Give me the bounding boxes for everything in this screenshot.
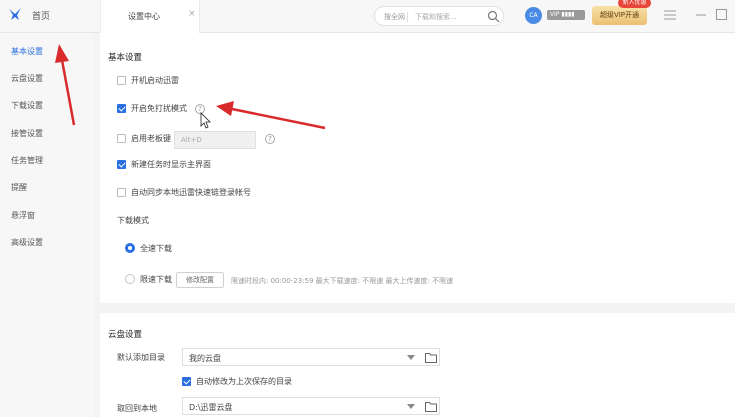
sidebar-item-download[interactable]: 下载设置 bbox=[11, 100, 43, 111]
autostart-checkbox[interactable] bbox=[117, 76, 126, 85]
limited-speed-radio[interactable] bbox=[125, 274, 135, 284]
boss-key-checkbox[interactable] bbox=[117, 134, 126, 143]
tab-label: 设置中心 bbox=[128, 12, 160, 21]
title-bar: 首页 设置中心 × 搜全网 下载和搜索... CA VIP ▮▮▮▮ 超级VIP… bbox=[0, 0, 735, 33]
boss-key-hotkey-field[interactable]: Alt+D bbox=[174, 131, 256, 149]
auto-change-dir-checkbox[interactable] bbox=[182, 377, 191, 386]
autostart-label: 开机启动迅雷 bbox=[131, 76, 179, 85]
auto-change-dir-label: 自动修改为上次保存的目录 bbox=[196, 377, 292, 386]
logo-icon[interactable] bbox=[8, 7, 22, 21]
full-speed-label[interactable]: 全速下载 bbox=[140, 243, 172, 254]
menu-icon[interactable] bbox=[664, 9, 676, 21]
sidebar-item-reminder[interactable]: 提醒 bbox=[11, 182, 27, 193]
cloud-settings-panel: 云盘设置 默认添加目录 我的云盘 自动修改为上次保存的目录 取回到本地 D:\迅… bbox=[100, 313, 735, 417]
basic-settings-panel: 基本设置 开机启动迅雷 开启免打扰模式 ? 启用老板键 Alt+D ? 新建任务… bbox=[100, 33, 735, 303]
full-speed-radio[interactable] bbox=[125, 243, 135, 253]
vip-level-badge[interactable]: VIP ▮▮▮▮ bbox=[547, 10, 585, 20]
download-mode-title: 下载模式 bbox=[117, 216, 149, 225]
save-local-value: D:\迅雷云盘 bbox=[189, 403, 233, 412]
tab-settings-center[interactable]: 设置中心 × bbox=[100, 0, 200, 33]
search-divider bbox=[407, 12, 408, 22]
promo-tag: 新人优惠 bbox=[618, 0, 651, 8]
minimize-icon[interactable] bbox=[696, 9, 706, 21]
search-scope[interactable]: 搜全网 bbox=[384, 12, 405, 22]
sidebar-item-advanced[interactable]: 高级设置 bbox=[11, 237, 43, 248]
do-not-disturb-label: 开启免打扰模式 bbox=[131, 104, 187, 113]
folder-icon[interactable] bbox=[425, 352, 437, 363]
default-dir-value: 我的云盘 bbox=[189, 354, 221, 363]
show-main-window-label: 新建任务时显示主界面 bbox=[131, 160, 211, 169]
vip-open-button[interactable]: 超级VIP开通 bbox=[592, 6, 647, 25]
speed-limit-note: 限速时段内: 00:00-23:59 最大下载速度: 不限速 最大上传速度: 不… bbox=[231, 277, 454, 285]
chevron-down-icon[interactable] bbox=[407, 404, 415, 409]
search-input[interactable]: 下载和搜索... bbox=[415, 12, 457, 22]
sync-account-checkbox[interactable] bbox=[117, 188, 126, 197]
settings-sidebar: 基本设置 云盘设置 下载设置 接管设置 任务管理 提醒 悬浮窗 高级设置 bbox=[0, 33, 93, 417]
help-icon[interactable]: ? bbox=[265, 134, 275, 144]
basic-settings-title: 基本设置 bbox=[108, 53, 143, 63]
home-tab-label[interactable]: 首页 bbox=[32, 9, 50, 22]
search-icon[interactable] bbox=[487, 10, 500, 23]
maximize-icon[interactable] bbox=[716, 9, 727, 20]
sidebar-item-takeover[interactable]: 接管设置 bbox=[11, 128, 43, 139]
default-dir-label: 默认添加目录 bbox=[117, 353, 165, 362]
search-box[interactable]: 搜全网 下载和搜索... bbox=[374, 6, 504, 26]
sync-account-label: 自动同步本地迅雷快速链登录帐号 bbox=[131, 188, 251, 197]
tab-close-button[interactable]: × bbox=[188, 9, 196, 19]
cloud-settings-title: 云盘设置 bbox=[108, 330, 143, 340]
do-not-disturb-checkbox[interactable] bbox=[117, 104, 126, 113]
boss-key-label: 启用老板键 bbox=[131, 134, 171, 143]
help-icon[interactable]: ? bbox=[195, 104, 205, 114]
sidebar-item-tasks[interactable]: 任务管理 bbox=[11, 155, 43, 166]
limited-speed-label[interactable]: 限速下载 bbox=[140, 274, 172, 285]
show-main-window-checkbox[interactable] bbox=[117, 160, 126, 169]
modify-config-button[interactable]: 修改配置 bbox=[176, 272, 224, 288]
chevron-down-icon[interactable] bbox=[407, 355, 415, 360]
folder-icon[interactable] bbox=[425, 401, 437, 412]
avatar[interactable]: CA bbox=[525, 7, 542, 24]
default-dir-select[interactable]: 我的云盘 bbox=[182, 348, 440, 366]
sidebar-item-cloud[interactable]: 云盘设置 bbox=[11, 73, 43, 84]
save-local-select[interactable]: D:\迅雷云盘 bbox=[182, 397, 440, 415]
sidebar-item-floating[interactable]: 悬浮窗 bbox=[11, 210, 35, 221]
save-local-label: 取回到本地 bbox=[117, 404, 157, 413]
sidebar-item-basic[interactable]: 基本设置 bbox=[11, 46, 43, 57]
